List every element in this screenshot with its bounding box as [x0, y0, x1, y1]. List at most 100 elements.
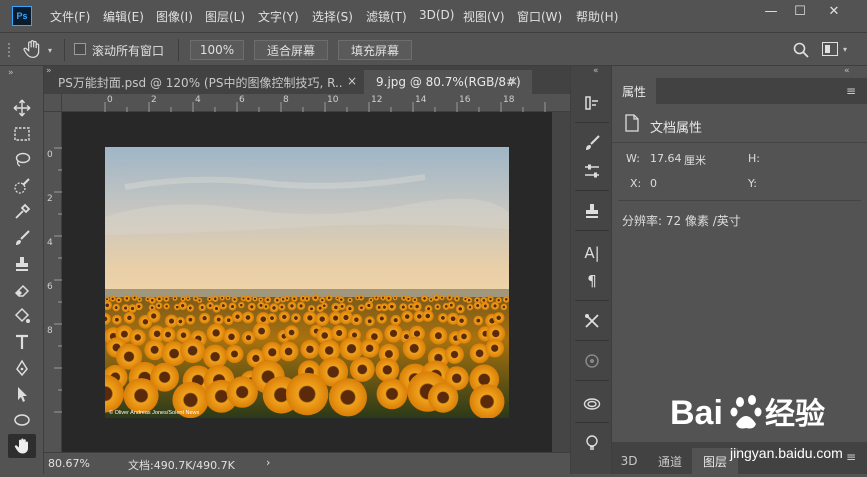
lasso-tool-icon[interactable] — [8, 148, 36, 172]
document-image[interactable]: © Oliver Andreas Jones/Solent News — [105, 147, 509, 418]
type-tool-icon[interactable] — [8, 330, 36, 354]
menu-filter[interactable]: 滤镜(T) — [366, 8, 407, 25]
tab-properties[interactable]: 属性 — [612, 78, 656, 104]
document-icon — [624, 114, 640, 132]
workspace-dropdown-icon[interactable]: ▾ — [843, 45, 847, 54]
eyedropper-tool-icon[interactable] — [8, 200, 36, 224]
tab-3d[interactable]: 3D — [612, 448, 646, 474]
libraries-icon[interactable] — [581, 392, 603, 414]
workspace-icon[interactable] — [822, 42, 838, 56]
brush-settings-icon[interactable] — [581, 132, 603, 154]
path-selection-tool-icon[interactable] — [8, 382, 36, 406]
ruler-label: 14 — [415, 95, 427, 105]
menu-image[interactable]: 图像(I) — [156, 8, 193, 25]
svg-text:经验: 经验 — [765, 397, 825, 431]
photo-credit: © Oliver Andreas Jones/Solent News — [109, 409, 200, 416]
minimize-button[interactable]: — — [757, 0, 785, 22]
menu-file[interactable]: 文件(F) — [50, 8, 90, 25]
x-value[interactable]: 0 — [650, 177, 657, 190]
tab-label: PS万能封面.psd @ 120% (PS中的图像控制技巧, R... — [58, 75, 347, 90]
quick-selection-tool-icon[interactable] — [8, 174, 36, 198]
width-value[interactable]: 17.64 — [650, 152, 682, 165]
ruler-label: 2 — [151, 95, 157, 105]
tools-panel: » — [0, 66, 44, 474]
ruler-label: 18 — [503, 95, 515, 105]
baidu-jingyan-watermark: Bai 经验 jingyan.baidu.com — [668, 378, 867, 474]
ruler-corner[interactable] — [44, 94, 62, 112]
scroll-all-label: 滚动所有窗口 — [92, 44, 165, 58]
ruler-label: 16 — [459, 95, 471, 105]
brush-tool-icon[interactable] — [8, 226, 36, 250]
ruler-vertical[interactable]: 0 2 4 6 8 — [44, 112, 62, 452]
svg-text:jingyan.baidu.com: jingyan.baidu.com — [729, 445, 843, 461]
adjustments-icon[interactable] — [581, 160, 603, 182]
ruler-label: 4 — [47, 238, 53, 248]
panel-menu-icon[interactable]: ≡ — [846, 84, 856, 98]
zoom-100-button[interactable]: 100% — [190, 40, 244, 60]
photoshop-logo[interactable]: Ps — [12, 6, 32, 26]
zoom-level[interactable]: 80.67% — [48, 457, 90, 470]
character-icon[interactable]: A| — [581, 242, 603, 264]
paragraph-icon[interactable]: ¶ — [581, 270, 603, 292]
document-size: 文档:490.7K/490.7K — [128, 459, 235, 472]
collapse-properties-icon[interactable]: « — [844, 66, 850, 76]
ellipse-tool-icon[interactable] — [8, 408, 36, 432]
ruler-label: 8 — [47, 326, 53, 336]
vertical-scrollbar[interactable] — [552, 112, 570, 452]
stamp-tool-icon[interactable] — [8, 252, 36, 276]
learn-icon[interactable] — [581, 432, 603, 454]
hand-tool-preset-icon[interactable] — [22, 39, 44, 61]
menu-bar: Ps 文件(F) 编辑(E) 图像(I) 图层(L) 文字(Y) 选择(S) 滤… — [0, 0, 867, 32]
ruler-label: 0 — [107, 95, 113, 105]
menu-edit[interactable]: 编辑(E) — [103, 8, 144, 25]
x-label: X: — [630, 177, 642, 190]
tab-close-icon[interactable]: × — [343, 74, 362, 88]
hand-tool-icon[interactable] — [8, 434, 36, 458]
tab-close-icon[interactable]: × — [508, 74, 518, 88]
properties-title: 文档属性 — [650, 121, 703, 136]
fill-screen-button[interactable]: 填充屏幕 — [338, 40, 412, 60]
maximize-button[interactable]: ☐ — [786, 0, 814, 22]
tab-psd-document[interactable]: PS万能封面.psd @ 120% (PS中的图像控制技巧, R... — [46, 70, 362, 94]
properties-tab-label: 属性 — [622, 84, 647, 99]
paint-bucket-tool-icon[interactable] — [8, 304, 36, 328]
collapse-toolbar-icon[interactable]: » — [8, 68, 14, 78]
preset-dropdown-icon[interactable]: ▾ — [48, 46, 52, 55]
menu-3d[interactable]: 3D(D) — [419, 8, 454, 22]
menu-type[interactable]: 文字(Y) — [258, 8, 299, 25]
history-icon[interactable] — [581, 92, 603, 114]
menu-select[interactable]: 选择(S) — [312, 8, 353, 25]
close-button[interactable]: ✕ — [820, 0, 848, 22]
menu-help[interactable]: 帮助(H) — [576, 8, 618, 25]
ruler-label: 8 — [283, 95, 289, 105]
status-bar: 80.67% 文档:490.7K/490.7K › — [44, 452, 570, 474]
clone-source-icon[interactable] — [581, 200, 603, 222]
ruler-label: 6 — [239, 95, 245, 105]
ruler-label: 6 — [47, 282, 53, 292]
menu-layer[interactable]: 图层(L) — [205, 8, 245, 25]
search-icon[interactable] — [792, 41, 810, 59]
menu-window[interactable]: 窗口(W) — [517, 8, 562, 25]
width-unit: 厘米 — [684, 154, 706, 167]
menu-view[interactable]: 视图(V) — [463, 8, 505, 25]
resolution-text: 分辨率: 72 像素 /英寸 — [622, 214, 741, 228]
fit-screen-button[interactable]: 适合屏幕 — [254, 40, 328, 60]
ruler-horizontal[interactable]: 0 2 4 6 8 10 12 14 16 18 — [62, 94, 570, 112]
status-menu-arrow[interactable]: › — [266, 456, 270, 469]
tools-icon[interactable] — [581, 310, 603, 332]
marquee-tool-icon[interactable] — [8, 122, 36, 146]
scroll-all-checkbox[interactable] — [74, 43, 86, 55]
options-grip[interactable] — [8, 43, 14, 57]
eraser-tool-icon[interactable] — [8, 278, 36, 302]
svg-text:Bai: Bai — [670, 394, 723, 432]
pen-tool-icon[interactable] — [8, 356, 36, 380]
move-tool-icon[interactable] — [8, 96, 36, 120]
ruler-label: 4 — [195, 95, 201, 105]
collapse-panels-icon[interactable]: « — [593, 66, 599, 76]
paths-icon[interactable] — [581, 350, 603, 372]
ruler-label: 0 — [47, 150, 53, 160]
ruler-label: 10 — [327, 95, 339, 105]
ruler-label: 2 — [47, 194, 53, 204]
options-bar: ▾ 滚动所有窗口 100% 适合屏幕 填充屏幕 ▾ — [0, 32, 867, 66]
tab-jpg-document[interactable]: 9.jpg @ 80.7%(RGB/8#) — [364, 70, 532, 94]
